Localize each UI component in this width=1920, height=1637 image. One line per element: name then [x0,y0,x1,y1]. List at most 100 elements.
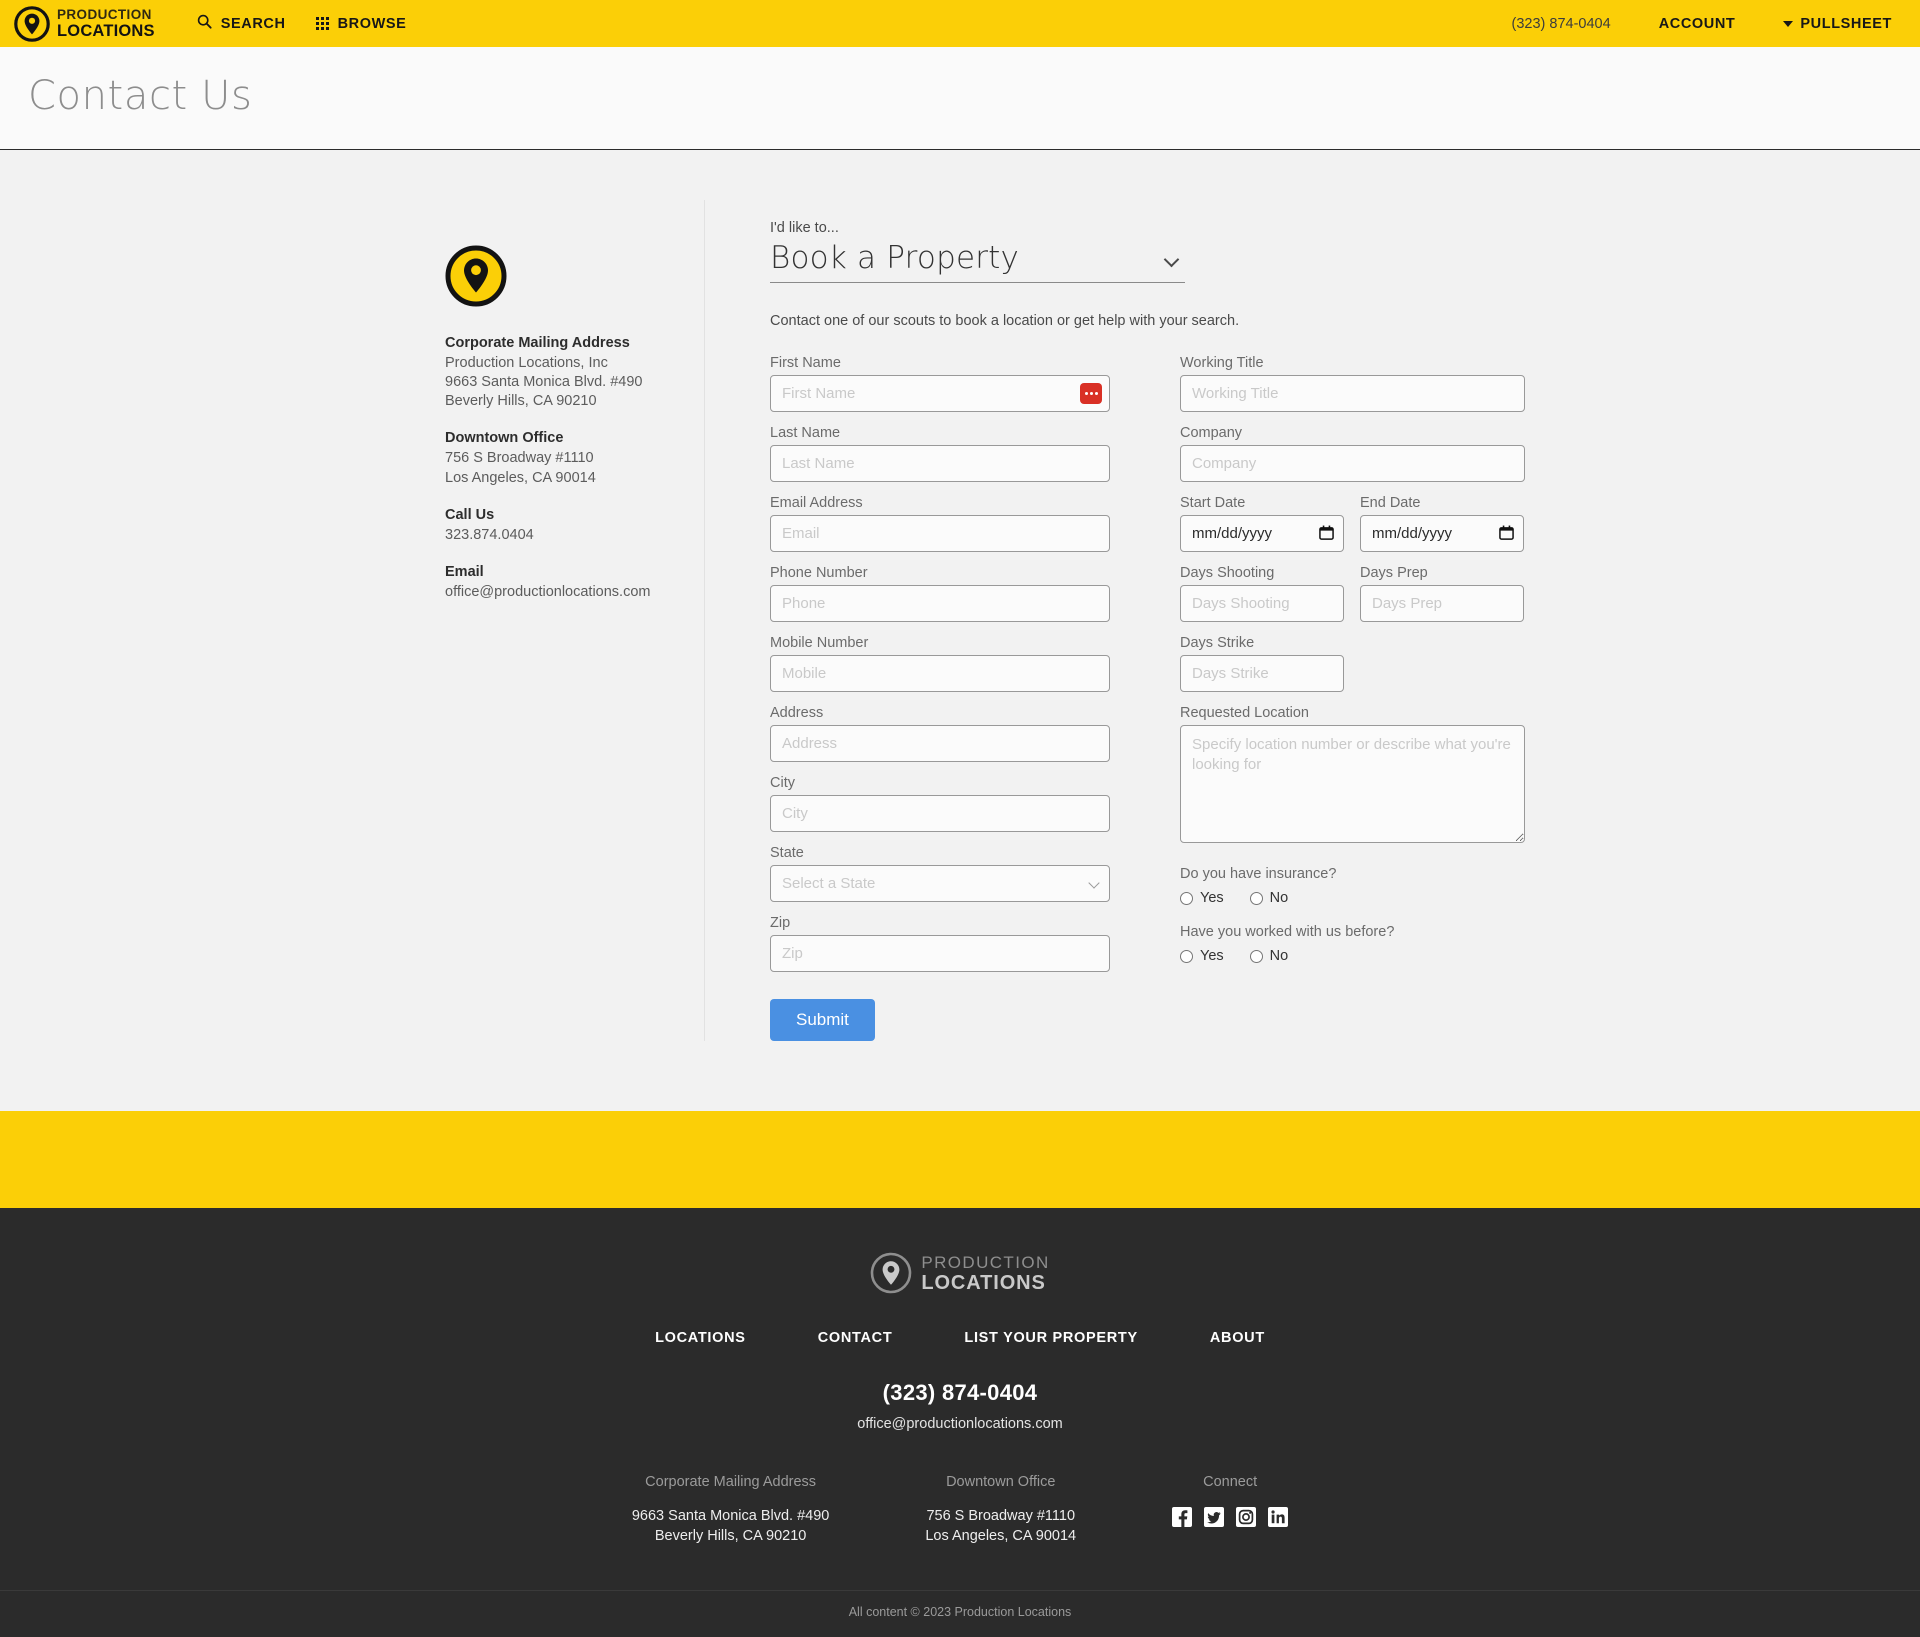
requested-location-label: Requested Location [1180,705,1309,721]
state-label: State [770,845,804,861]
end-date-label: End Date [1360,495,1421,511]
submit-button[interactable]: Submit [770,999,875,1041]
worked-before-no-option[interactable]: No [1249,948,1288,964]
end-date-input[interactable] [1360,515,1524,552]
insurance-no-radio[interactable] [1249,891,1263,905]
footer-column-heading: Corporate Mailing Address [645,1474,817,1490]
footer-nav-list-your-property[interactable]: LIST YOUR PROPERTY [964,1330,1137,1346]
insurance-yes-option[interactable]: Yes [1180,890,1224,906]
location-pin-logo-icon [14,5,50,42]
topic-select-value: Book a Property [770,240,1020,276]
topic-select[interactable]: Book a Property [770,240,1185,283]
days-prep-input[interactable] [1360,585,1524,622]
footer-nav-contact[interactable]: CONTACT [818,1330,893,1346]
phone-input[interactable] [770,585,1110,622]
contact-block-line: 756 S Broadway #1110 [445,450,594,467]
address-input[interactable] [770,725,1110,762]
working-title-label: Working Title [1180,355,1264,371]
topic-select-label: I'd like to... [770,220,839,236]
facebook-icon[interactable] [1172,1507,1193,1527]
field-requested-location: Requested Location [1180,705,1525,848]
requested-location-textarea[interactable] [1180,725,1525,843]
start-date-label: Start Date [1180,495,1246,511]
location-pin-logo-icon [870,1252,912,1294]
city-label: City [770,775,795,791]
working-title-input[interactable] [1180,375,1525,412]
site-header: PRODUCTION LOCATIONS SEARCH BROWSE (323)… [0,0,1920,47]
field-company: Company [1180,425,1525,482]
company-label: Company [1180,425,1243,441]
email-input[interactable] [770,515,1110,552]
state-select[interactable]: Select a State [770,865,1110,902]
first-name-input[interactable] [770,375,1110,412]
linkedin-icon[interactable] [1268,1507,1289,1527]
footer-logo[interactable]: PRODUCTION LOCATIONS [0,1252,1920,1294]
field-days-prep: Days Prep [1360,565,1524,622]
worked-before-yes-label: Yes [1200,948,1224,964]
start-date-input[interactable] [1180,515,1344,552]
nav-item-search-label: SEARCH [220,15,286,32]
footer-copyright: All content © 2023 Production Locations [0,1590,1920,1637]
days-shooting-input[interactable] [1180,585,1344,622]
insurance-yes-radio[interactable] [1180,891,1193,905]
days-prep-label: Days Prep [1360,565,1428,581]
zip-input[interactable] [770,935,1110,972]
last-name-input[interactable] [770,445,1110,482]
footer-column-downtown: Downtown Office 756 S Broadway #1110 Los… [925,1474,1076,1546]
company-input[interactable] [1180,445,1525,482]
contact-block-title: Call Us [445,506,495,523]
page-header: Contact Us [0,47,1920,150]
footer-nav-about[interactable]: ABOUT [1210,1330,1265,1346]
contact-email-address[interactable]: office@productionlocations.com [445,583,704,602]
email-label: Email Address [770,495,863,511]
password-manager-icon[interactable] [1080,383,1102,404]
days-strike-label: Days Strike [1180,635,1255,651]
site-footer: PRODUCTION LOCATIONS LOCATIONS CONTACT L… [0,1208,1920,1637]
contact-block: Downtown Office 756 S Broadway #1110 Los… [445,430,704,487]
insurance-no-label: No [1269,890,1289,906]
field-days-strike: Days Strike [1180,635,1344,692]
form-column-right: Working Title Company Start Date [1180,355,1525,1041]
contact-phone-number[interactable]: 323.874.0404 [445,526,704,545]
insurance-question: Do you have insurance? [1180,866,1337,882]
field-first-name: First Name [770,355,1110,412]
days-strike-input[interactable] [1180,655,1344,692]
footer-phone[interactable]: (323) 874-0404 [0,1380,1920,1406]
primary-nav: SEARCH BROWSE [197,14,407,33]
footer-email[interactable]: office@productionlocations.com [0,1416,1920,1432]
zip-label: Zip [770,915,791,931]
worked-before-yes-option[interactable]: Yes [1180,948,1224,964]
footer-columns: Corporate Mailing Address 9663 Santa Mon… [0,1474,1920,1546]
account-link[interactable]: ACCOUNT [1659,16,1736,32]
worked-before-question: Have you worked with us before? [1180,924,1395,940]
insurance-radio-group: Yes No [1180,890,1525,906]
field-mobile: Mobile Number [770,635,1110,692]
field-zip: Zip [770,915,1110,972]
nav-item-browse-label: BROWSE [337,15,407,32]
site-logo[interactable]: PRODUCTION LOCATIONS [14,5,155,42]
contact-info-column: Corporate Mailing Address Production Loc… [375,200,705,1041]
social-links [1172,1507,1289,1527]
address-label: Address [770,705,824,721]
twitter-icon[interactable] [1204,1507,1225,1527]
nav-item-search[interactable]: SEARCH [197,14,286,33]
insurance-no-option[interactable]: No [1249,890,1289,906]
mobile-input[interactable] [770,655,1110,692]
contact-block-line: Beverly Hills, CA 90210 [445,393,597,410]
footer-column-heading: Connect [1203,1474,1258,1490]
header-phone-link[interactable]: (323) 874-0404 [1512,16,1611,32]
field-end-date: End Date [1360,495,1524,552]
search-icon [197,14,212,33]
pullsheet-menu[interactable]: PULLSHEET [1783,16,1892,32]
footer-brand-line-2: LOCATIONS [921,1271,1046,1294]
worked-before-no-radio[interactable] [1249,949,1263,963]
worked-before-yes-radio[interactable] [1180,949,1193,963]
brand-line-1: PRODUCTION [57,7,152,22]
location-pin-badge-icon [445,245,507,307]
last-name-label: Last Name [770,425,841,441]
nav-item-browse[interactable]: BROWSE [315,15,407,32]
city-input[interactable] [770,795,1110,832]
contact-block-line: Production Locations, Inc [445,355,608,371]
instagram-icon[interactable] [1236,1507,1257,1527]
footer-nav-locations[interactable]: LOCATIONS [655,1330,746,1346]
